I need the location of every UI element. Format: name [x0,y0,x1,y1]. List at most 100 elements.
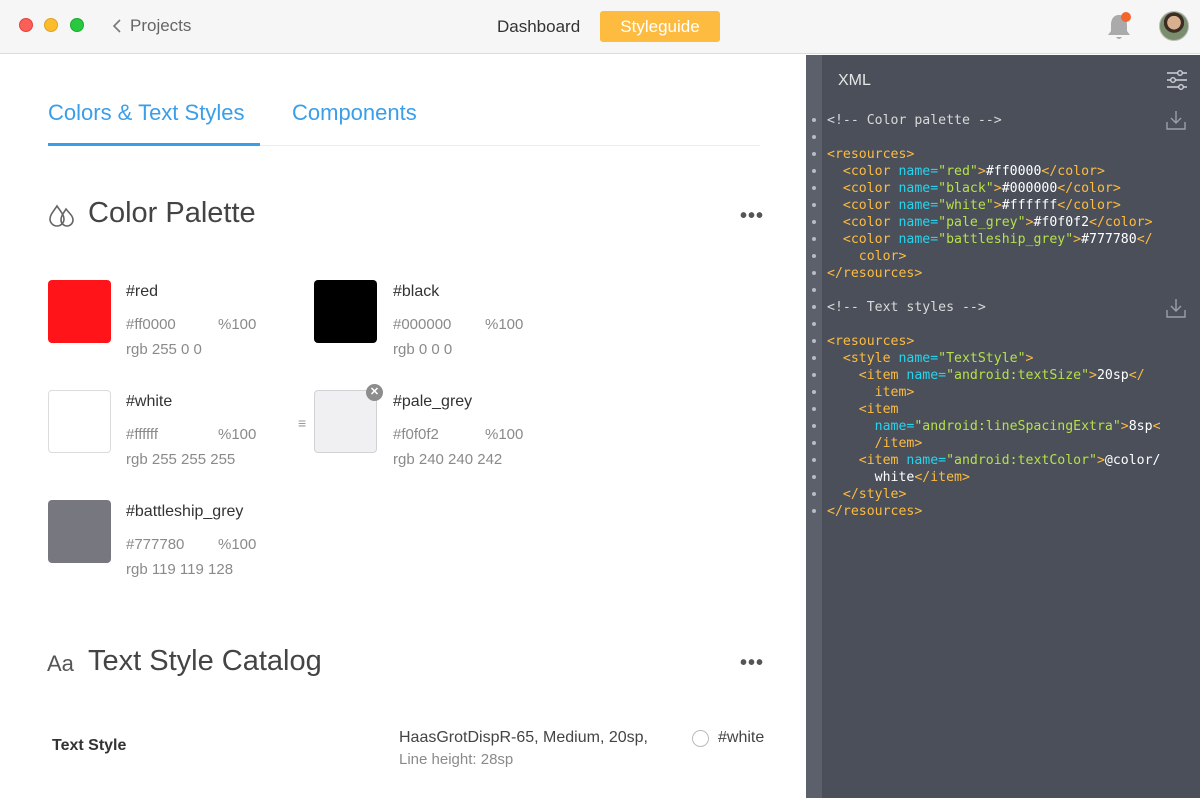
xml-panel-title: XML [838,72,871,89]
gutter-dot [812,152,816,156]
color-name: #white [126,393,173,410]
text-catalog-more-button[interactable]: ••• [740,653,764,673]
color-hex: #ffffff [126,426,158,443]
code-text: <resources> [827,334,915,349]
color-name: #battleship_grey [126,503,244,520]
remove-color-icon[interactable]: ✕ [366,384,383,401]
color-opacity: %100 [218,536,257,553]
code-line: color> [806,248,1200,265]
code-line: </resources> [806,265,1200,282]
text-style-catalog-title: Text Style Catalog [88,645,322,677]
swatch-black[interactable] [314,280,377,343]
code-text: <color name="pale_grey">#f0f0f2</color> [842,215,1153,230]
swatch-white[interactable] [48,390,111,453]
code-text: color> [858,249,907,264]
code-text: </resources> [827,504,923,519]
code-line [806,129,1200,146]
code-line: <!-- Color palette --> [806,112,1200,129]
gutter-dot [812,288,816,292]
text-style-name[interactable]: Text Style [52,737,126,755]
code-line: <!-- Text styles --> [806,299,1200,316]
code-text: <item name="android:textColor">@color/ [858,453,1161,468]
code-text: <color name="black">#000000</color> [842,181,1121,196]
color-rgb: rgb 240 240 242 [393,451,503,468]
swatch-pale-grey[interactable] [314,390,377,453]
zoom-window-button[interactable] [70,18,84,32]
code-line: /item> [806,435,1200,452]
back-to-projects-link[interactable]: Projects [112,16,191,36]
code-line: <color name="pale_grey">#f0f0f2</color> [806,214,1200,231]
code-line [806,316,1200,333]
code-line: <color name="battleship_grey">#777780</ [806,231,1200,248]
text-style-font: HaasGrotDispR-65, Medium, 20sp, [399,729,648,746]
code-text: <!-- Color palette --> [827,113,1002,128]
tab-components[interactable]: Components [292,100,417,126]
code-line: <resources> [806,146,1200,163]
code-text: <item name="android:textSize">20sp</ [858,368,1145,383]
code-text: <item [858,402,899,417]
color-hex: #000000 [393,316,452,333]
code-line: <color name="red">#ff0000</color> [806,163,1200,180]
gutter-dot [812,475,816,479]
code-text: </style> [842,487,907,502]
gutter-dot [812,390,816,394]
chevron-left-icon [112,19,121,33]
back-label: Projects [130,16,192,35]
settings-sliders-icon[interactable] [1165,69,1189,91]
gutter-dot [812,305,816,309]
styleguide-tab[interactable]: Styleguide [600,11,720,42]
color-palette-title: Color Palette [88,197,256,229]
styleguide-content: Colors & Text Styles Components Color Pa… [0,55,806,798]
color-name: #red [126,283,159,300]
color-name: #pale_grey [393,393,473,410]
color-palette-more-button[interactable]: ••• [740,206,764,226]
close-window-button[interactable] [19,18,33,32]
gutter-dot [812,203,816,207]
gutter-dot [812,356,816,360]
active-tab-indicator [48,143,260,146]
tab-divider [260,145,760,146]
gutter-dot [812,186,816,190]
code-line: </style> [806,486,1200,503]
drag-handle-icon[interactable]: ≡ [298,415,306,431]
code-line: <style name="TextStyle"> [806,350,1200,367]
code-text: <color name="red">#ff0000</color> [842,164,1105,179]
code-text: <color name="white">#ffffff</color> [842,198,1121,213]
code-text: <!-- Text styles --> [827,300,986,315]
color-opacity: %100 [485,316,524,333]
tab-colors-text-styles[interactable]: Colors & Text Styles [48,100,244,126]
color-hex: #777780 [126,536,185,553]
gutter-dot [812,237,816,241]
code-text: /item> [874,436,923,451]
color-opacity: %100 [218,316,257,333]
minimize-window-button[interactable] [44,18,58,32]
dashboard-tab[interactable]: Dashboard [480,11,597,42]
gutter-dot [812,322,816,326]
color-drops-icon [49,204,74,227]
user-avatar[interactable] [1159,11,1189,41]
swatch-battleship-grey[interactable] [48,500,111,563]
gutter-dot [812,492,816,496]
color-opacity: %100 [218,426,257,443]
text-style-line-height: Line height: 28sp [399,751,514,768]
color-name: #black [393,283,440,300]
gutter-dot [812,271,816,275]
gutter-dot [812,407,816,411]
code-line: <item name="android:textColor">@color/ [806,452,1200,469]
code-text: name="android:lineSpacingExtra">8sp< [874,419,1161,434]
gutter-dot [812,254,816,258]
gutter-dot [812,509,816,513]
gutter-dot [812,339,816,343]
code-text: <color name="battleship_grey">#777780</ [842,232,1153,247]
gutter-dot [812,220,816,224]
xml-code-block: <!-- Color palette --> <resources> <color… [806,112,1200,520]
color-rgb: rgb 255 0 0 [126,341,202,358]
swatch-red[interactable] [48,280,111,343]
code-line: name="android:lineSpacingExtra">8sp< [806,418,1200,435]
gutter-dot [812,169,816,173]
text-style-color: #white [718,729,765,746]
text-color-swatch [692,730,709,747]
gutter-dot [812,424,816,428]
code-text: </resources> [827,266,923,281]
code-line: item> [806,384,1200,401]
